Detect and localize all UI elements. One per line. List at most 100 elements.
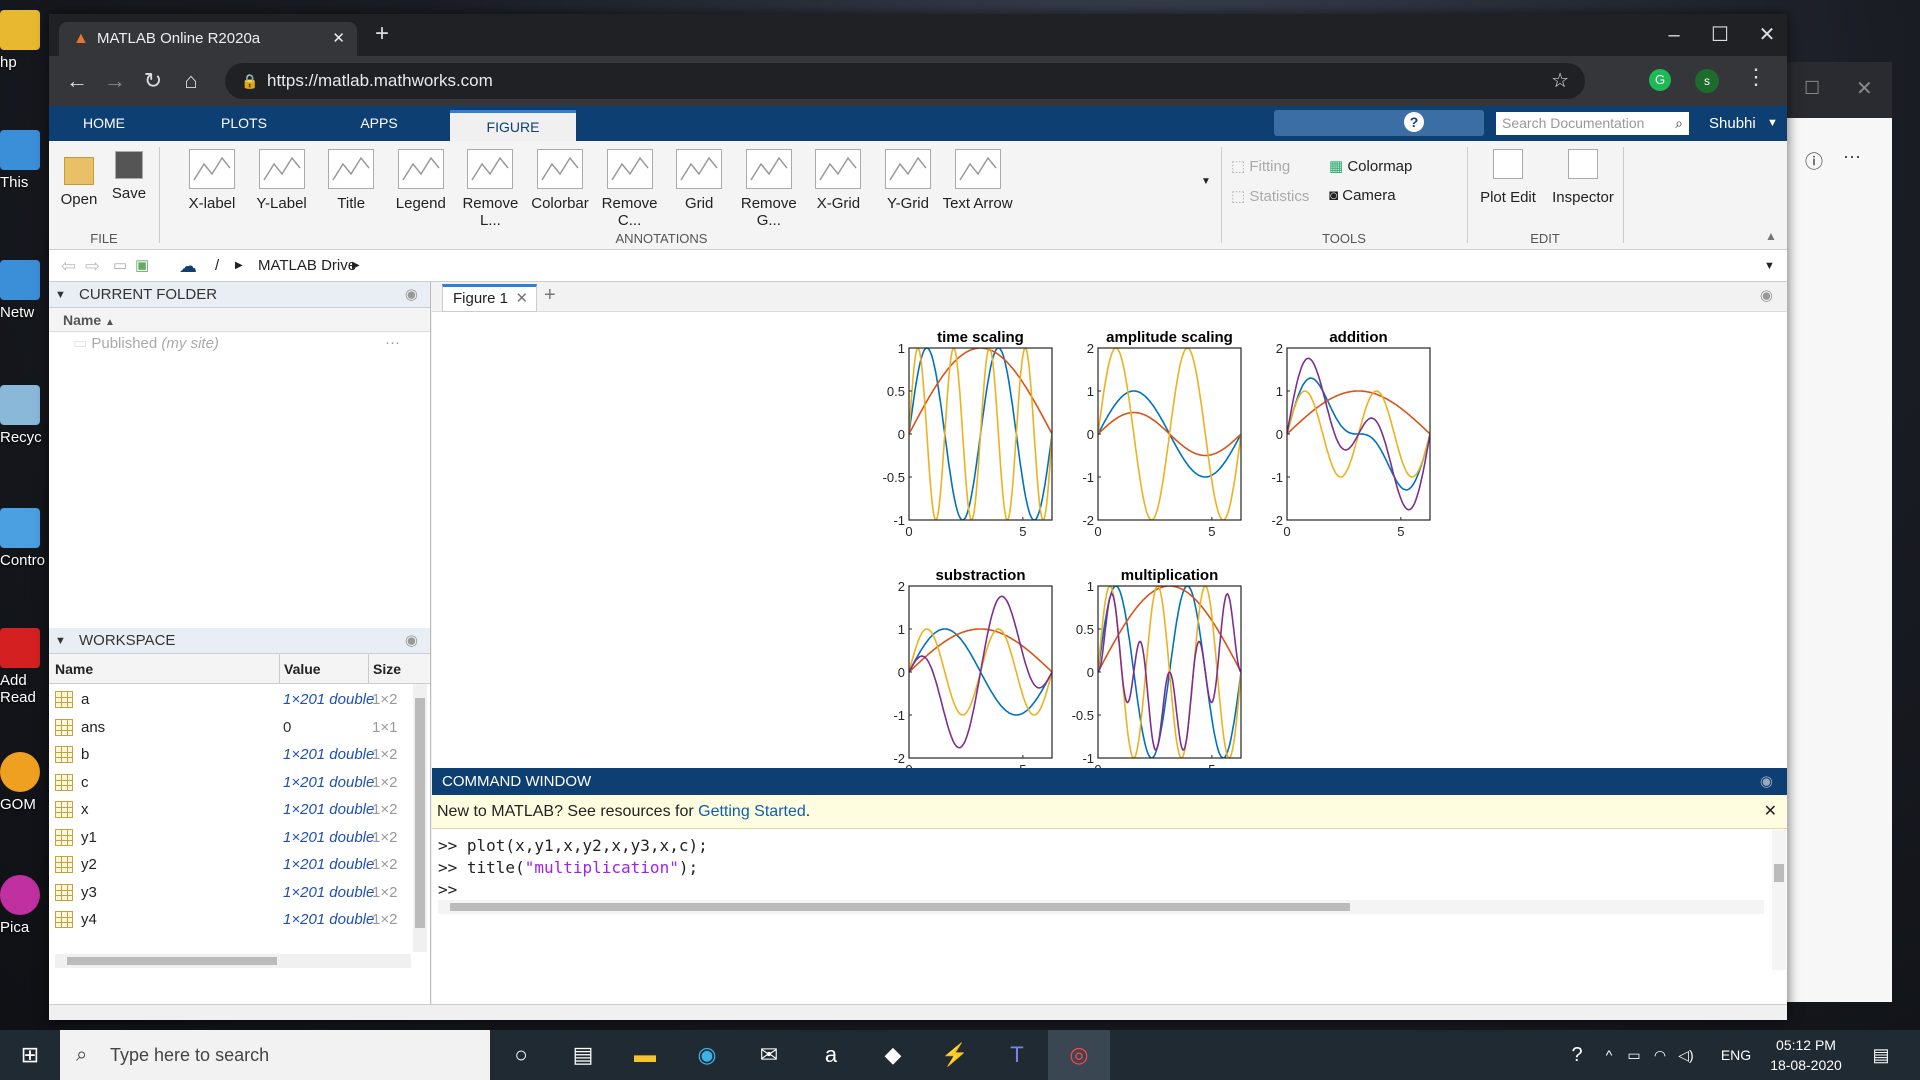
chrome-icon[interactable]: ◎ xyxy=(1048,1030,1110,1080)
desktop-icon-adobe[interactable]: Add Read xyxy=(0,628,49,706)
fitting-button[interactable]: ⬚ Fitting xyxy=(1231,157,1290,175)
col-name[interactable]: Name xyxy=(55,654,93,684)
scrollbar-thumb[interactable] xyxy=(67,957,277,965)
grammarly-icon[interactable]: G xyxy=(1649,69,1671,91)
published-folder[interactable]: ▭ Published (my site) xyxy=(73,334,219,352)
getting-started-link[interactable]: Getting Started xyxy=(698,803,806,820)
file-explorer-icon[interactable]: ▬ xyxy=(614,1030,676,1080)
table-row[interactable]: y1 1×201 double 1×2 xyxy=(49,824,397,851)
path-dropdown-icon[interactable]: ▼ xyxy=(1764,250,1775,282)
table-row[interactable]: x 1×201 double 1×2 xyxy=(49,796,397,823)
annotation-button-legend[interactable]: Legend xyxy=(384,149,458,212)
bookmark-star-icon[interactable]: ☆ xyxy=(1551,63,1569,99)
help-tray-icon[interactable]: ? xyxy=(1562,1030,1592,1080)
browser-tab[interactable]: ▲ MATLAB Online R2020a ✕ xyxy=(59,22,357,56)
table-row[interactable]: b 1×201 double 1×2 xyxy=(49,741,397,768)
collapse-icon[interactable]: ▼ xyxy=(55,282,66,308)
figure-1-tab[interactable]: Figure 1 ✕ xyxy=(442,284,538,312)
scrollbar-thumb[interactable] xyxy=(450,903,1350,911)
home-icon[interactable]: ⌂ xyxy=(173,56,209,106)
close-tab-icon[interactable]: ✕ xyxy=(332,22,345,56)
workspace-header[interactable]: ▼ WORKSPACE ◉ xyxy=(49,628,430,654)
table-row[interactable]: y4 1×201 double 1×2 xyxy=(49,906,397,933)
desktop-icon-network[interactable]: Netw xyxy=(0,260,48,321)
desktop-icon-gom[interactable]: GOM xyxy=(0,752,48,813)
path-matlab-drive[interactable]: MATLAB Drive xyxy=(258,250,356,282)
annotation-button-y-label[interactable]: Y-Label xyxy=(245,149,319,212)
close-banner-icon[interactable]: ✕ xyxy=(1764,795,1777,829)
show-hidden-icon[interactable]: ^ xyxy=(1598,1030,1620,1080)
edge-icon[interactable]: ◉ xyxy=(676,1030,738,1080)
reload-icon[interactable]: ↻ xyxy=(135,56,171,106)
annotation-button-x-grid[interactable]: X-Grid xyxy=(801,149,875,212)
path-root[interactable]: / xyxy=(215,250,219,282)
table-row[interactable]: c 1×201 double 1×2 xyxy=(49,769,397,796)
collapse-icon[interactable]: ▼ xyxy=(55,628,66,654)
desktop-icon-recycle[interactable]: Recyc xyxy=(0,385,48,446)
desktop-icon-control[interactable]: Contro xyxy=(0,508,48,569)
desktop-icon-this-pc[interactable]: This xyxy=(0,130,48,191)
profile-avatar[interactable]: s xyxy=(1695,69,1719,93)
cortana-icon[interactable]: ○ xyxy=(490,1030,552,1080)
back-icon[interactable]: ← xyxy=(59,56,95,106)
mail-icon[interactable]: ✉ xyxy=(738,1030,800,1080)
more-icon[interactable]: ··· xyxy=(1843,146,1861,167)
battery-icon[interactable]: ▭ xyxy=(1622,1030,1646,1080)
col-value[interactable]: Value xyxy=(279,654,321,684)
annotation-button-remove-l[interactable]: Remove L... xyxy=(453,149,527,229)
scrollbar-thumb[interactable] xyxy=(1774,864,1784,882)
camera-button[interactable]: ◙ Camera xyxy=(1329,187,1396,204)
language-indicator[interactable]: ENG xyxy=(1716,1030,1756,1080)
amazon-icon[interactable]: a xyxy=(800,1030,862,1080)
forward-icon[interactable]: → xyxy=(97,56,133,106)
annotation-button-remove-g[interactable]: Remove G... xyxy=(732,149,806,229)
table-row[interactable]: y3 1×201 double 1×2 xyxy=(49,879,397,906)
volume-icon[interactable]: ◁) xyxy=(1674,1030,1698,1080)
tab-figure[interactable]: FIGURE xyxy=(450,110,576,141)
annotation-button-text-arrow[interactable]: Text Arrow xyxy=(941,149,1015,212)
info-icon[interactable]: ⓘ xyxy=(1805,148,1823,174)
command-prompt[interactable]: >> xyxy=(438,880,457,899)
desktop-icon-hp[interactable]: hp xyxy=(0,10,48,71)
folder-more-icon[interactable]: ··· xyxy=(385,334,400,351)
open-button[interactable]: Open xyxy=(55,149,103,208)
col-size[interactable]: Size xyxy=(368,654,401,684)
annotation-button-y-grid[interactable]: Y-Grid xyxy=(871,149,945,212)
search-documentation-input[interactable]: Search Documentation ⌕ xyxy=(1496,112,1689,135)
power-automate-icon[interactable]: ⚡ xyxy=(924,1030,986,1080)
maximize-icon[interactable]: ☐ xyxy=(1804,78,1820,99)
panel-options-icon[interactable]: ◉ xyxy=(1760,286,1773,304)
table-row[interactable]: ans 0 1×1 xyxy=(49,714,397,741)
wifi-icon[interactable]: ◠ xyxy=(1648,1030,1672,1080)
table-row[interactable]: y2 1×201 double 1×2 xyxy=(49,851,397,878)
current-folder-header[interactable]: ▼ CURRENT FOLDER ◉ xyxy=(49,282,430,308)
ribbon-expand-icon[interactable]: ▼ xyxy=(1201,176,1211,187)
annotation-button-colorbar[interactable]: Colorbar xyxy=(523,149,597,212)
start-windows-icon[interactable]: ⊞ xyxy=(0,1030,60,1080)
panel-options-icon[interactable]: ◉ xyxy=(1760,768,1773,795)
tab-home[interactable]: HOME xyxy=(59,106,149,141)
user-menu[interactable]: Shubhi xyxy=(1709,106,1756,141)
add-figure-icon[interactable]: + xyxy=(544,284,556,307)
close-icon[interactable]: ✕ xyxy=(1856,76,1873,101)
notifications-icon[interactable]: ▤ xyxy=(1866,1030,1896,1080)
cloud-icon[interactable]: ☁ xyxy=(179,250,197,282)
tab-apps[interactable]: APPS xyxy=(334,106,424,141)
tab-plots[interactable]: PLOTS xyxy=(199,106,289,141)
command-v-scrollbar[interactable] xyxy=(1772,830,1786,970)
new-tab-icon[interactable]: + xyxy=(375,20,389,48)
taskbar-search[interactable]: ⌕ Type here to search xyxy=(60,1030,490,1080)
chevron-down-icon[interactable]: ▼ xyxy=(1767,106,1778,141)
help-icon[interactable]: ? xyxy=(1404,112,1424,132)
collapse-ribbon-icon[interactable]: ▲ xyxy=(1765,229,1777,243)
forward-folder-icon[interactable]: ⇨ xyxy=(85,250,100,282)
folder-name-column[interactable]: Name ▲ xyxy=(49,308,430,332)
annotation-button-remove-c[interactable]: Remove C... xyxy=(593,149,667,229)
desktop-icon-pica[interactable]: Pica xyxy=(0,875,48,936)
statistics-button[interactable]: ⬚ Statistics xyxy=(1231,187,1309,205)
annotation-button-x-label[interactable]: X-label xyxy=(175,149,249,212)
close-icon[interactable]: ✕ xyxy=(515,287,528,311)
command-h-scrollbar[interactable] xyxy=(438,900,1764,914)
dropbox-icon[interactable]: ◆ xyxy=(862,1030,924,1080)
back-folder-icon[interactable]: ⇦ xyxy=(61,250,76,282)
